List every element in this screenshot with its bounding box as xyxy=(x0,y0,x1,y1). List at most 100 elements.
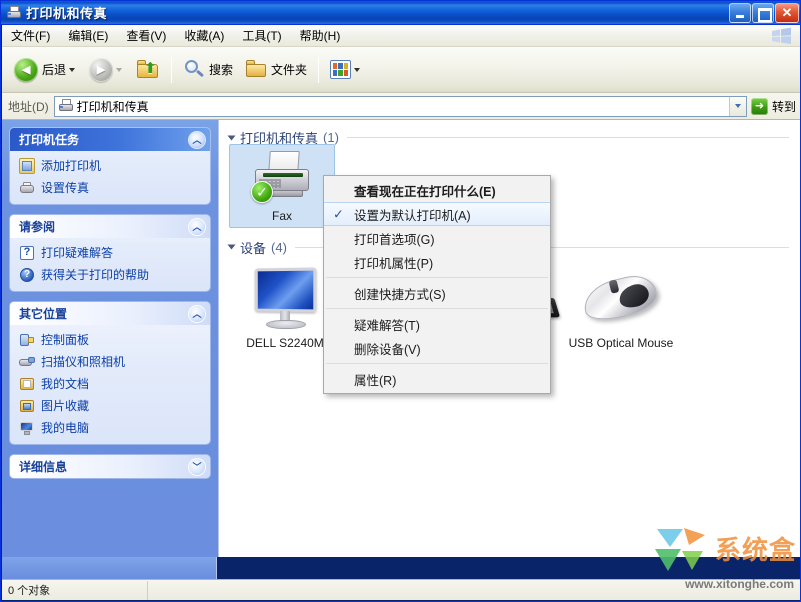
sidebar-link-print-troubleshooter[interactable]: ? 打印疑难解答 xyxy=(19,244,204,261)
address-input[interactable]: 打印机和传真 xyxy=(53,95,747,117)
minimize-button[interactable] xyxy=(729,2,751,23)
status-text: 0 个对象 xyxy=(3,580,148,600)
sidebar-link-label: 添加打印机 xyxy=(41,159,102,173)
explorer-window: 打印机和传真 ✕ 文件(F) 编辑(E) 查看(V) 收藏(A) 工具(T) 帮… xyxy=(0,0,801,602)
menu-favorites[interactable]: 收藏(A) xyxy=(175,25,233,46)
panel-header-see-also[interactable]: 请参阅 ︿ xyxy=(10,215,210,238)
sidebar-link-my-pictures[interactable]: 图片收藏 xyxy=(19,397,204,414)
go-button[interactable]: ➜ 转到 xyxy=(749,97,800,115)
menu-bar: 文件(F) 编辑(E) 查看(V) 收藏(A) 工具(T) 帮助(H) xyxy=(2,25,800,47)
maximize-button[interactable] xyxy=(752,2,774,23)
add-printer-icon xyxy=(19,157,35,174)
context-menu-separator xyxy=(326,308,548,309)
menu-help[interactable]: 帮助(H) xyxy=(291,25,350,46)
folders-button[interactable]: 文件夹 xyxy=(239,52,313,88)
panel-body-printer-tasks: 添加打印机 设置传真 xyxy=(10,151,210,204)
status-bar: 0 个对象 xyxy=(2,579,800,600)
up-button[interactable]: ⬆ xyxy=(130,52,166,88)
sidebar-link-get-help-printing[interactable]: ? 获得关于打印的帮助 xyxy=(19,266,204,283)
toolbar: ◄ 后退 ► ⬆ 搜索 文件夹 xyxy=(2,47,800,93)
context-menu: 查看现在正在打印什么(E) ✓ 设置为默认打印机(A) 打印首选项(G) 打印机… xyxy=(323,175,551,394)
sidebar-link-label: 控制面板 xyxy=(41,333,90,347)
collapse-triangle-icon[interactable] xyxy=(227,244,236,250)
menu-edit[interactable]: 编辑(E) xyxy=(59,25,117,46)
help-circle-icon: ? xyxy=(19,267,35,283)
forward-button[interactable]: ► xyxy=(83,52,130,88)
back-button[interactable]: ◄ 后退 xyxy=(8,52,83,88)
my-pictures-icon xyxy=(19,398,35,414)
panel-title: 打印机任务 xyxy=(19,133,80,147)
sidebar-link-scanners-cameras[interactable]: 扫描仪和照相机 xyxy=(19,353,204,370)
chevron-up-icon[interactable]: ︿ xyxy=(189,218,205,235)
sidebar-link-label: 设置传真 xyxy=(41,181,90,195)
panel-details: 详细信息 ﹀ xyxy=(10,455,210,478)
device-tile-label: USB Optical Mouse xyxy=(568,336,674,350)
ctx-properties[interactable]: 属性(R) xyxy=(324,367,550,391)
folders-label: 文件夹 xyxy=(271,63,308,77)
panel-header-details[interactable]: 详细信息 ﹀ xyxy=(10,455,210,478)
sidebar-link-add-printer[interactable]: 添加打印机 xyxy=(19,157,204,174)
forward-arrow-icon: ► xyxy=(89,57,114,82)
chevron-up-icon[interactable]: ︿ xyxy=(189,131,205,148)
ctx-item-label: 打印机属性(P) xyxy=(354,256,434,271)
sidebar-link-my-documents[interactable]: 我的文档 xyxy=(19,375,204,392)
ctx-printing-preferences[interactable]: 打印首选项(G) xyxy=(324,226,550,250)
panel-header-other-places[interactable]: 其它位置 ︿ xyxy=(10,302,210,325)
device-tile-mouse[interactable]: USB Optical Mouse xyxy=(565,266,677,351)
address-value: 打印机和传真 xyxy=(76,99,149,114)
sidebar-link-label: 我的电脑 xyxy=(41,421,90,435)
panel-body-see-also: ? 打印疑难解答 ? 获得关于打印的帮助 xyxy=(10,238,210,291)
ctx-create-shortcut[interactable]: 创建快捷方式(S) xyxy=(324,281,550,305)
sidebar-link-label: 图片收藏 xyxy=(41,399,90,413)
sidebar-bottom-fill xyxy=(2,557,217,579)
fax-printer-icon: ✓ xyxy=(251,151,313,205)
window-title: 打印机和传真 xyxy=(26,6,108,21)
sidebar-link-label: 我的文档 xyxy=(41,377,90,391)
sidebar-link-label: 打印疑难解答 xyxy=(41,246,114,260)
up-folder-icon: ⬆ xyxy=(136,59,160,81)
printer-tile-fax[interactable]: ✓ Fax xyxy=(229,144,335,228)
ctx-printer-properties[interactable]: 打印机属性(P) xyxy=(324,250,550,274)
panel-see-also: 请参阅 ︿ ? 打印疑难解答 ? 获得关于打印的帮助 xyxy=(10,215,210,291)
printer-tile-label: Fax xyxy=(271,209,292,223)
group-header-printers-and-faxes[interactable]: 打印机和传真 (1) xyxy=(219,120,800,146)
sidebar-link-my-computer[interactable]: 我的电脑 xyxy=(19,419,204,436)
folders-icon xyxy=(245,59,267,80)
default-printer-check-icon: ✓ xyxy=(251,181,273,203)
scanner-camera-icon xyxy=(19,354,35,370)
close-icon: ✕ xyxy=(781,5,793,20)
search-button[interactable]: 搜索 xyxy=(177,52,239,88)
menu-view[interactable]: 查看(V) xyxy=(117,25,175,46)
ctx-remove-device[interactable]: 删除设备(V) xyxy=(324,336,550,360)
menu-tools[interactable]: 工具(T) xyxy=(233,25,290,46)
views-dropdown-caret-icon[interactable] xyxy=(351,53,362,87)
toolbar-separator-2 xyxy=(318,56,320,83)
chevron-down-icon[interactable]: ﹀ xyxy=(189,458,205,475)
panel-printer-tasks: 打印机任务 ︿ 添加打印机 设置传真 xyxy=(10,128,210,204)
ctx-item-label: 打印首选项(G) xyxy=(354,232,435,247)
chevron-down-icon[interactable] xyxy=(728,96,746,116)
sidebar-link-setup-fax[interactable]: 设置传真 xyxy=(19,179,204,196)
panel-header-printer-tasks[interactable]: 打印机任务 ︿ xyxy=(10,128,210,151)
control-panel-icon xyxy=(19,332,35,348)
collapse-triangle-icon[interactable] xyxy=(227,135,236,140)
views-button[interactable] xyxy=(324,52,368,88)
ctx-item-label: 疑难解答(T) xyxy=(354,318,420,333)
ctx-item-label: 属性(R) xyxy=(354,373,397,388)
printer-fax-icon xyxy=(6,5,22,21)
my-computer-icon xyxy=(19,420,35,436)
group-count: (4) xyxy=(271,239,287,255)
title-bar[interactable]: 打印机和传真 ✕ xyxy=(1,1,800,25)
sidebar-link-control-panel[interactable]: 控制面板 xyxy=(19,331,204,348)
monitor-icon xyxy=(248,266,322,332)
ctx-set-as-default-printer[interactable]: ✓ 设置为默认打印机(A) xyxy=(324,202,550,226)
chevron-up-icon[interactable]: ︿ xyxy=(189,305,205,322)
toolbar-separator-1 xyxy=(171,56,173,83)
ctx-see-whats-printing[interactable]: 查看现在正在打印什么(E) xyxy=(324,178,550,202)
group-title: 设备 xyxy=(240,240,267,256)
menu-file[interactable]: 文件(F) xyxy=(2,25,59,46)
back-dropdown-caret-icon[interactable] xyxy=(66,53,77,87)
ctx-item-label: 创建快捷方式(S) xyxy=(354,287,446,302)
ctx-troubleshoot[interactable]: 疑难解答(T) xyxy=(324,312,550,336)
close-button[interactable]: ✕ xyxy=(775,2,799,23)
